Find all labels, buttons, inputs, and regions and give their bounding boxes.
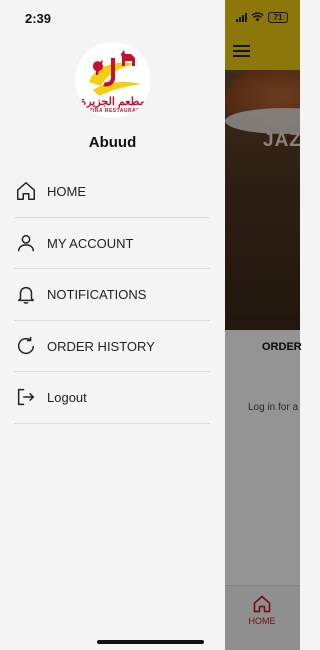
refresh-icon [17,336,35,354]
logout-icon [17,388,35,406]
status-time: 2:39 [25,11,52,26]
home-indicator[interactable] [97,640,204,644]
home-icon [17,182,35,200]
bell-icon [17,286,35,304]
drawer-item-logout[interactable]: Logout [14,372,210,424]
drawer-item-notifications[interactable]: NOTIFICATIONS [14,269,210,321]
drawer-item-my-account[interactable]: MY ACCOUNT [14,218,210,269]
drawer-item-order-history[interactable]: ORDER HISTORY [14,321,210,372]
drawer-item-home[interactable]: HOME [14,166,210,218]
drawer-item-label: ORDER HISTORY [47,338,155,354]
restaurant-logo: مطعم الجزيرة JAZIRA RESTAURANT [75,42,151,118]
drawer-item-label: MY ACCOUNT [47,235,134,251]
drawer-item-label: Logout [47,390,87,405]
drawer-item-label: HOME [47,184,86,199]
navigation-drawer: 2:39 مطعم الجزيرة JAZIRA RESTAURANT Abuu… [0,0,225,650]
logo-arabic-text: مطعم الجزيرة [80,96,146,108]
logo-english-text: JAZIRA RESTAURANT [82,108,144,114]
drawer-item-label: NOTIFICATIONS [47,287,147,302]
user-name: Abuud [88,134,137,151]
drawer-menu: HOME MY ACCOUNT NOTIFICATIONS ORDER HIST… [14,166,210,424]
user-icon [17,234,35,251]
